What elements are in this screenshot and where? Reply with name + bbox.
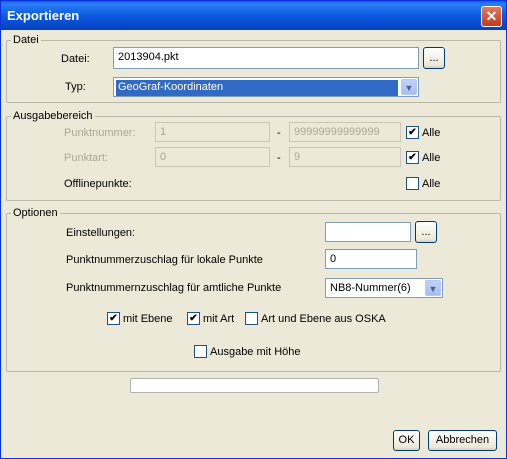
amtlich-zuschlag-select[interactable]: NB8-Nummer(6) ▼ (325, 278, 443, 298)
punktnummer-dash: - (277, 127, 281, 139)
punktnummer-to-input[interactable]: 99999999999999 (289, 122, 401, 142)
datei-browse-button[interactable]: ... (423, 47, 445, 69)
punktart-label: Punktart: (64, 152, 109, 164)
export-dialog: Exportieren ✕ Datei Datei: 2013904.pkt .… (0, 0, 507, 459)
punktnummer-label: Punktnummer: (64, 127, 136, 139)
punktart-alle-label: Alle (422, 152, 441, 164)
offline-alle-label: Alle (422, 178, 441, 190)
punktnummer-alle-checkbox[interactable] (406, 126, 419, 139)
punktart-from-input[interactable]: 0 (155, 147, 270, 167)
mit-ebene-checkbox[interactable] (107, 312, 120, 325)
punktnummer-alle-label: Alle (422, 127, 441, 139)
oska-checkbox[interactable] (245, 312, 258, 325)
offlinepunkte-label: Offlinepunkte: (64, 178, 132, 190)
punktart-dash: - (277, 152, 281, 164)
title-bar[interactable]: Exportieren ✕ (1, 1, 506, 30)
hoehe-label: Ausgabe mit Höhe (210, 346, 301, 358)
datei-label: Datei: (61, 53, 90, 65)
punktnummer-from-input[interactable]: 1 (155, 122, 270, 142)
chevron-down-icon[interactable]: ▼ (401, 79, 417, 95)
einstellungen-browse-button[interactable]: ... (415, 221, 437, 243)
datei-legend: Datei (13, 34, 39, 46)
punktart-alle-checkbox[interactable] (406, 151, 419, 164)
typ-select[interactable]: GeoGraf-Koordinaten ▼ (113, 77, 419, 97)
hoehe-checkbox[interactable] (194, 345, 207, 358)
oska-label: Art und Ebene aus OSKA (261, 313, 386, 325)
mit-ebene-label: mit Ebene (123, 313, 173, 325)
export-progress-bar (130, 378, 379, 393)
amtlich-selected-value: NB8-Nummer(6) (330, 282, 411, 294)
ok-button[interactable]: OK (393, 430, 420, 451)
ausgabebereich-legend: Ausgabebereich (13, 110, 93, 122)
abbrechen-button[interactable]: Abbrechen (428, 430, 497, 451)
amtlich-zuschlag-label: Punktnummernzuschlag für amtliche Punkte (66, 282, 282, 294)
chevron-down-icon[interactable]: ▼ (425, 280, 441, 296)
offline-alle-checkbox[interactable] (406, 177, 419, 190)
typ-selected-value: GeoGraf-Koordinaten (116, 80, 398, 96)
window-title: Exportieren (7, 8, 80, 23)
lokal-zuschlag-label: Punktnummerzuschlag für lokale Punkte (66, 254, 263, 266)
close-icon[interactable]: ✕ (481, 6, 502, 27)
einstellungen-label: Einstellungen: (66, 227, 136, 239)
mit-art-checkbox[interactable] (187, 312, 200, 325)
datei-input[interactable]: 2013904.pkt (113, 47, 419, 69)
typ-label: Typ: (65, 81, 86, 93)
lokal-zuschlag-input[interactable]: 0 (325, 249, 417, 269)
optionen-legend: Optionen (13, 207, 58, 219)
punktart-to-input[interactable]: 9 (289, 147, 401, 167)
mit-art-label: mit Art (203, 313, 235, 325)
einstellungen-input[interactable] (325, 222, 411, 242)
